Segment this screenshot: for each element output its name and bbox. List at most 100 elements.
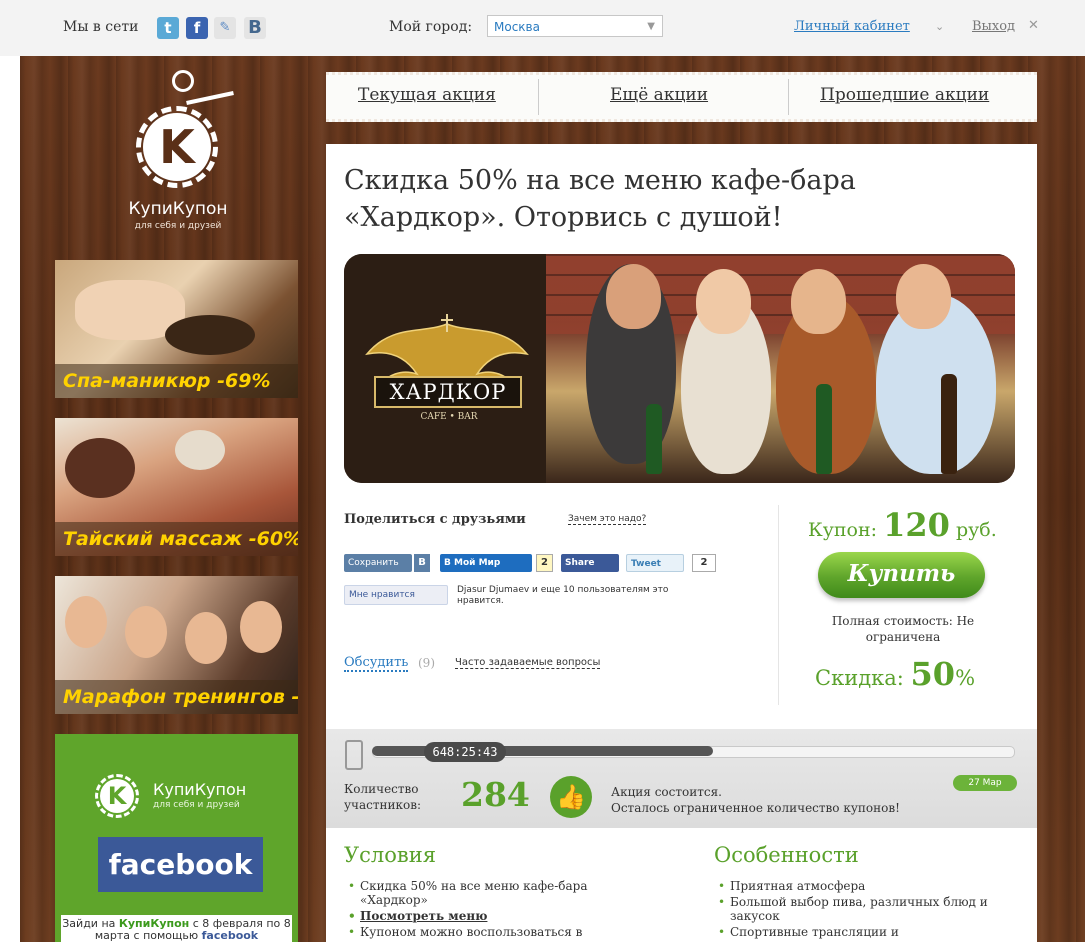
fb-promo-text-fb: facebook <box>201 929 259 942</box>
promo-caption: Спа-маникюр -69% <box>55 364 298 398</box>
close-icon[interactable]: ✕ <box>1028 18 1039 33</box>
end-date-badge: 27 Мар <box>953 775 1017 791</box>
hair-shape <box>65 438 135 498</box>
list-item: Спортивные трансляции и <box>714 925 1004 939</box>
status-line-2: Осталось ограниченное количество купонов… <box>611 801 900 815</box>
face-shape <box>125 606 167 658</box>
face-shape <box>896 264 951 329</box>
fb-promo-tagline: для себя и друзей <box>153 800 240 810</box>
bottle-shape <box>941 374 957 474</box>
face-shape <box>240 601 282 653</box>
top-bar: Мы в сети t f ✎ B Мой город: Москва ▼ Ли… <box>0 0 1085 56</box>
view-menu-link[interactable]: Посмотреть меню <box>344 909 634 923</box>
livejournal-icon[interactable]: ✎ <box>214 17 236 39</box>
list-item: Купоном можно воспользоваться в <box>344 925 634 939</box>
deal-hero-image: ХАРДКОР CAFE • BAR <box>344 254 1015 483</box>
save-button[interactable]: Сохранить <box>344 554 412 572</box>
logo-letter: K <box>143 113 211 181</box>
participants-label: Количество участников: <box>344 782 422 812</box>
hero-brand: ХАРДКОР <box>374 376 522 408</box>
discount-label: Скидка: <box>815 666 904 690</box>
face-shape <box>65 596 107 648</box>
deal-tabs: Текущая акция Ещё акции Прошедшие акции <box>326 72 1037 122</box>
currency: руб. <box>955 519 997 541</box>
like-summary: Djasur Djumaev и еще 10 пользователям эт… <box>457 585 669 606</box>
fb-promo-text: Зайди на КупиКупон с 8 февраля по 8 март… <box>61 915 292 942</box>
hourglass-icon <box>345 740 363 770</box>
bowl-shape <box>165 315 255 355</box>
bottle-shape <box>816 384 832 474</box>
tab-divider <box>788 79 789 115</box>
buy-button[interactable]: Купить <box>818 552 985 598</box>
thumbs-up-icon: 👍 <box>550 776 592 818</box>
tweet-count: 2 <box>692 554 716 572</box>
hardcore-logo-panel: ХАРДКОР CAFE • BAR <box>344 254 546 483</box>
list-item: Приятная атмосфера <box>714 879 1004 893</box>
face-shape <box>185 612 227 664</box>
facebook-share-button[interactable]: Share <box>561 554 619 572</box>
participants-count: 284 <box>461 775 530 814</box>
deal-status: Акция состоится. Осталось ограниченное к… <box>611 784 900 816</box>
logo-name: КупиКупон <box>128 199 228 219</box>
facebook-icon[interactable]: f <box>186 17 208 39</box>
moimir-count: 2 <box>536 554 553 572</box>
features-list: Приятная атмосфера Большой выбор пива, р… <box>714 879 1004 941</box>
logo-letter: K <box>100 779 134 813</box>
list-item: Скидка 50% на все меню кафе-бара «Хардко… <box>344 879 634 907</box>
herbal-ball-shape <box>175 430 225 470</box>
bottle-shape <box>646 404 662 474</box>
full-cost: Полная стоимость: Не ограничена <box>831 614 975 644</box>
tweet-button[interactable]: Tweet <box>626 554 684 572</box>
city-value: Москва <box>494 20 540 34</box>
chevron-down-icon: ▼ <box>647 21 655 32</box>
vkontakte-icon[interactable]: B <box>414 554 430 572</box>
list-item: Большой выбор пива, различных блюд и зак… <box>714 895 1004 923</box>
discount-value: 50 <box>910 655 956 693</box>
social-label: Мы в сети <box>63 19 139 35</box>
city-label: Мой город: <box>389 19 473 35</box>
twitter-icon[interactable]: t <box>157 17 179 39</box>
discuss-count: (9) <box>418 656 435 670</box>
tab-divider <box>538 79 539 115</box>
percent-sign: % <box>955 666 976 690</box>
conditions-list: Скидка 50% на все меню кафе-бара «Хардко… <box>344 879 634 941</box>
status-line-1: Акция состоится. <box>611 785 722 799</box>
deal-title: Скидка 50% на все меню кафе-бара «Хардко… <box>344 165 856 233</box>
divider <box>778 505 779 705</box>
features-title: Особенности <box>714 843 859 867</box>
tab-more-deals[interactable]: Ещё акции <box>610 85 708 105</box>
hero-subtitle: CAFE • BAR <box>420 412 478 422</box>
discuss-link[interactable]: Обсудить <box>344 655 409 672</box>
promo-caption: Марафон тренингов -80% <box>55 680 298 714</box>
face-shape <box>606 264 661 329</box>
logout-link[interactable]: Выход <box>972 19 1015 34</box>
city-select[interactable]: Москва ▼ <box>487 15 663 37</box>
coupon-value: 120 <box>883 506 950 544</box>
facebook-logo: facebook <box>98 837 263 892</box>
tab-past-deals[interactable]: Прошедшие акции <box>820 85 989 105</box>
personal-cabinet-link[interactable]: Личный кабинет <box>794 19 910 34</box>
logo-handle-shape <box>172 70 194 92</box>
side-promo-training-marathon[interactable]: Марафон тренингов -80% <box>55 576 298 714</box>
promo-caption: Тайский массаж -60% <box>55 522 298 556</box>
like-button[interactable]: Мне нравится <box>344 585 448 605</box>
countdown-timer: 648:25:43 <box>424 742 506 762</box>
facebook-promo-banner[interactable]: K КупиКупон для себя и друзей facebook З… <box>55 734 298 942</box>
faq-link[interactable]: Часто задаваемые вопросы <box>455 657 601 669</box>
side-promo-spa-manicure[interactable]: Спа-маникюр -69% <box>55 260 298 398</box>
coupon-price: Купон: 120 руб. <box>808 506 997 544</box>
logo-tagline: для себя и друзей <box>134 221 222 231</box>
share-title: Поделиться с друзьями <box>344 512 526 527</box>
why-share-link[interactable]: Зачем это надо? <box>568 514 647 525</box>
discount: Скидка: 50% <box>815 655 975 693</box>
coupon-label: Купон: <box>808 519 878 541</box>
hero-photo <box>546 254 1015 483</box>
side-promo-thai-massage[interactable]: Тайский массаж -60% <box>55 418 298 556</box>
fb-promo-brand: КупиКупон <box>153 780 247 799</box>
chevron-down-icon[interactable]: ⌄ <box>935 20 944 33</box>
moimir-share-button[interactable]: В Мой Мир <box>440 554 532 572</box>
tab-current-deal[interactable]: Текущая акция <box>358 85 496 105</box>
conditions-title: Условия <box>344 843 436 867</box>
face-shape <box>696 269 751 334</box>
vkontakte-icon[interactable]: B <box>244 17 266 39</box>
